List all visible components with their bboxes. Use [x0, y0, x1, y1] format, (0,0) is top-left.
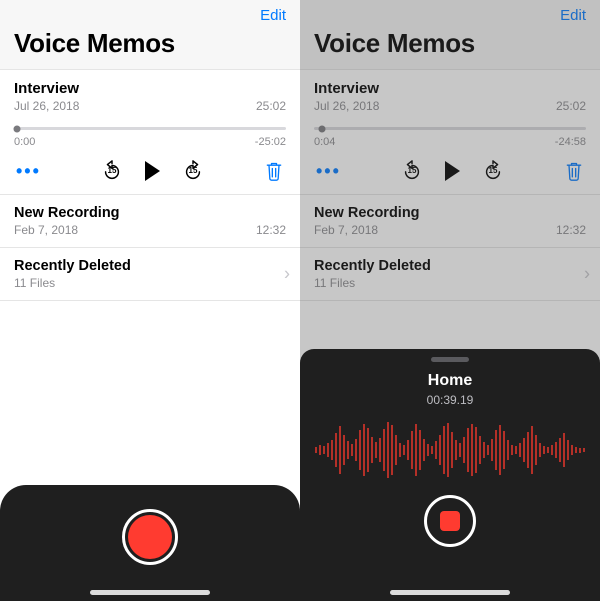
voice-memos-screen-idle: Edit Voice Memos Interview Jul 26, 2018 …: [0, 0, 300, 601]
recording-title: New Recording: [314, 205, 586, 221]
header: Edit Voice Memos: [0, 0, 300, 70]
row-subtitle: 11 Files: [314, 276, 355, 290]
recording-elapsed: 00:39.19: [427, 393, 474, 407]
recording-title[interactable]: Interview: [14, 80, 286, 97]
edit-button[interactable]: Edit: [560, 7, 586, 24]
recording-duration: 25:02: [556, 99, 586, 113]
recording-date: Jul 26, 2018: [314, 99, 379, 113]
play-button[interactable]: [145, 161, 160, 181]
recording-duration: 12:32: [256, 223, 286, 237]
time-remaining: -25:02: [255, 136, 286, 148]
scrubber-track[interactable]: [314, 127, 586, 130]
home-indicator[interactable]: [390, 590, 510, 595]
sheet-grabber[interactable]: [431, 357, 469, 362]
skip-forward-15-icon[interactable]: 15: [182, 160, 204, 182]
recording-title: New Recording: [14, 205, 286, 221]
row-subtitle: 11 Files: [14, 276, 55, 290]
record-bar: [0, 485, 300, 601]
more-button[interactable]: •••: [16, 161, 41, 182]
stop-button[interactable]: [424, 495, 476, 547]
recording-date: Feb 7, 2018: [14, 223, 78, 237]
recording-expanded: Interview Jul 26, 2018 25:02 0:00 -25:02…: [0, 70, 300, 195]
voice-memos-screen-recording: Edit Voice Memos Interview Jul 26, 2018 …: [300, 0, 600, 601]
row-title: Recently Deleted: [14, 258, 286, 274]
stop-icon: [440, 511, 460, 531]
scrubber-thumb[interactable]: [13, 125, 20, 132]
page-title: Voice Memos: [314, 28, 586, 59]
recording-expanded: Interview Jul 26, 2018 25:02 0:04 -24:58…: [300, 70, 600, 195]
time-elapsed: 0:04: [314, 136, 335, 148]
trash-icon[interactable]: [564, 160, 584, 182]
header: Edit Voice Memos: [300, 0, 600, 70]
recording-duration: 25:02: [256, 99, 286, 113]
row-title: Recently Deleted: [314, 258, 586, 274]
recently-deleted-row[interactable]: Recently Deleted 11 Files ›: [0, 248, 300, 301]
recording-row[interactable]: New Recording Feb 7, 2018 12:32: [0, 195, 300, 248]
trash-icon[interactable]: [264, 160, 284, 182]
recording-duration: 12:32: [556, 223, 586, 237]
recording-title[interactable]: Interview: [314, 80, 586, 97]
record-button[interactable]: [122, 509, 178, 565]
recording-sheet[interactable]: Home 00:39.19: [300, 349, 600, 601]
scrubber-thumb[interactable]: [319, 125, 326, 132]
more-button[interactable]: •••: [316, 161, 341, 182]
time-remaining: -24:58: [555, 136, 586, 148]
scrubber-track[interactable]: [14, 127, 286, 130]
play-button[interactable]: [445, 161, 460, 181]
record-icon: [128, 515, 172, 559]
home-indicator[interactable]: [90, 590, 210, 595]
skip-back-15-icon[interactable]: 15: [401, 160, 423, 182]
chevron-right-icon: ›: [584, 264, 590, 285]
time-elapsed: 0:00: [14, 136, 35, 148]
skip-forward-15-icon[interactable]: 15: [482, 160, 504, 182]
skip-back-15-icon[interactable]: 15: [101, 160, 123, 182]
chevron-right-icon: ›: [284, 264, 290, 285]
page-title: Voice Memos: [14, 28, 286, 59]
recording-date: Jul 26, 2018: [14, 99, 79, 113]
waveform: [300, 419, 600, 481]
edit-button[interactable]: Edit: [260, 7, 286, 24]
recently-deleted-row[interactable]: Recently Deleted 11 Files ›: [300, 248, 600, 301]
recording-date: Feb 7, 2018: [314, 223, 378, 237]
recording-row[interactable]: New Recording Feb 7, 2018 12:32: [300, 195, 600, 248]
recording-name: Home: [428, 372, 472, 390]
